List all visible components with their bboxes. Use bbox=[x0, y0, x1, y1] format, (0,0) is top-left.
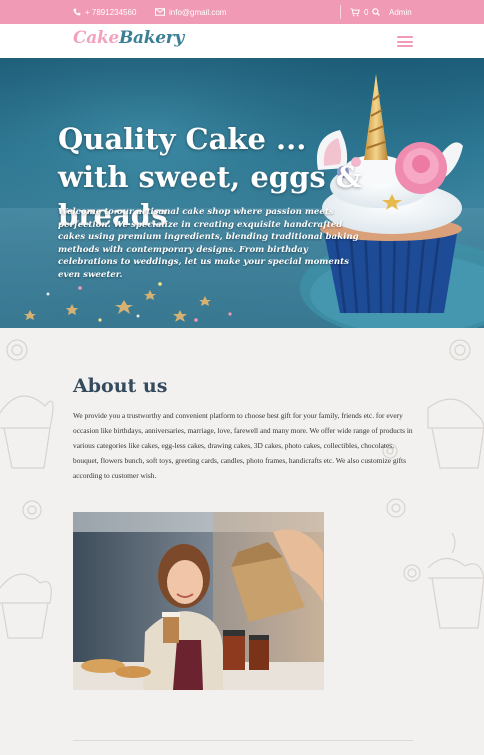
section-divider bbox=[73, 740, 413, 741]
email-address: info@gmail.com bbox=[169, 7, 227, 17]
about-photo-image bbox=[73, 512, 324, 690]
phone-link[interactable]: + 7891234560 bbox=[73, 0, 136, 24]
search-button[interactable] bbox=[372, 0, 380, 24]
hamburger-menu-icon[interactable] bbox=[397, 36, 413, 47]
phone-number: + 7891234560 bbox=[85, 7, 137, 17]
logo-part-cake: Cake bbox=[73, 28, 119, 48]
cart-button[interactable]: 0 bbox=[350, 0, 368, 24]
main-navbar: CakeBakery bbox=[0, 24, 484, 58]
admin-label: Admin bbox=[389, 7, 412, 17]
cart-count: 0 bbox=[364, 7, 369, 17]
phone-icon bbox=[73, 8, 81, 16]
about-section: About us We provide you a trustworthy an… bbox=[0, 328, 484, 755]
about-title: About us bbox=[73, 375, 168, 397]
email-link[interactable]: info@gmail.com bbox=[155, 0, 226, 24]
cart-icon bbox=[350, 7, 360, 17]
admin-link[interactable]: Admin bbox=[389, 0, 412, 24]
about-text: We provide you a trustworthy and conveni… bbox=[73, 411, 413, 480]
logo-part-bakery: Bakery bbox=[118, 28, 184, 48]
site-logo[interactable]: CakeBakery bbox=[73, 28, 184, 48]
envelope-icon bbox=[155, 8, 165, 16]
hero-title-line1: Quality Cake ... bbox=[58, 122, 307, 156]
search-icon bbox=[372, 8, 380, 16]
about-photo bbox=[73, 512, 324, 690]
hero-description: Welcome to our artisanal cake shop where… bbox=[58, 207, 359, 280]
top-bar: + 7891234560 info@gmail.com 0 Admin bbox=[0, 0, 484, 24]
topbar-divider bbox=[340, 5, 341, 19]
hero-banner: Quality Cake ... with sweet, eggs & brea… bbox=[0, 58, 484, 328]
